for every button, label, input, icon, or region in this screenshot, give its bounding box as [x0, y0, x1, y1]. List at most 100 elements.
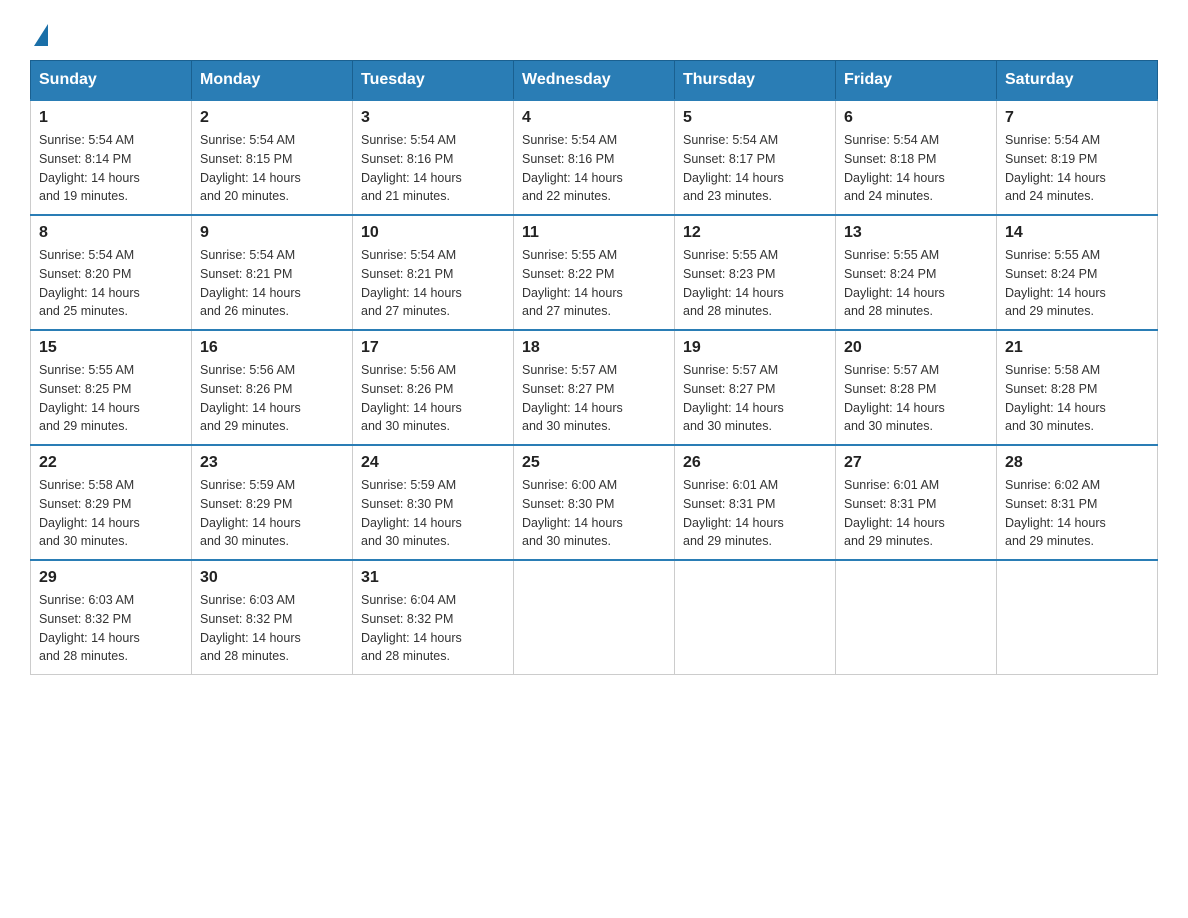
day-info: Sunrise: 6:03 AMSunset: 8:32 PMDaylight:…	[39, 593, 140, 663]
day-number: 16	[200, 339, 344, 357]
day-info: Sunrise: 6:01 AMSunset: 8:31 PMDaylight:…	[844, 478, 945, 548]
day-info: Sunrise: 5:55 AMSunset: 8:23 PMDaylight:…	[683, 248, 784, 318]
calendar-cell	[836, 560, 997, 675]
day-number: 19	[683, 339, 827, 357]
calendar-cell: 29 Sunrise: 6:03 AMSunset: 8:32 PMDaylig…	[31, 560, 192, 675]
page-header	[30, 20, 1158, 42]
day-info: Sunrise: 5:57 AMSunset: 8:28 PMDaylight:…	[844, 363, 945, 433]
day-info: Sunrise: 5:54 AMSunset: 8:19 PMDaylight:…	[1005, 133, 1106, 203]
day-info: Sunrise: 5:57 AMSunset: 8:27 PMDaylight:…	[522, 363, 623, 433]
day-number: 22	[39, 454, 183, 472]
day-header-wednesday: Wednesday	[514, 61, 675, 101]
calendar-cell: 2 Sunrise: 5:54 AMSunset: 8:15 PMDayligh…	[192, 100, 353, 215]
day-info: Sunrise: 5:54 AMSunset: 8:14 PMDaylight:…	[39, 133, 140, 203]
calendar-cell: 15 Sunrise: 5:55 AMSunset: 8:25 PMDaylig…	[31, 330, 192, 445]
day-number: 23	[200, 454, 344, 472]
day-number: 31	[361, 569, 505, 587]
calendar-cell: 4 Sunrise: 5:54 AMSunset: 8:16 PMDayligh…	[514, 100, 675, 215]
day-number: 9	[200, 224, 344, 242]
day-number: 6	[844, 109, 988, 127]
calendar-cell: 26 Sunrise: 6:01 AMSunset: 8:31 PMDaylig…	[675, 445, 836, 560]
calendar-cell: 24 Sunrise: 5:59 AMSunset: 8:30 PMDaylig…	[353, 445, 514, 560]
day-number: 20	[844, 339, 988, 357]
day-info: Sunrise: 6:00 AMSunset: 8:30 PMDaylight:…	[522, 478, 623, 548]
day-number: 29	[39, 569, 183, 587]
day-info: Sunrise: 5:54 AMSunset: 8:17 PMDaylight:…	[683, 133, 784, 203]
day-number: 8	[39, 224, 183, 242]
calendar-week-row: 15 Sunrise: 5:55 AMSunset: 8:25 PMDaylig…	[31, 330, 1158, 445]
day-number: 15	[39, 339, 183, 357]
day-info: Sunrise: 5:54 AMSunset: 8:21 PMDaylight:…	[361, 248, 462, 318]
calendar-cell: 22 Sunrise: 5:58 AMSunset: 8:29 PMDaylig…	[31, 445, 192, 560]
day-info: Sunrise: 5:55 AMSunset: 8:22 PMDaylight:…	[522, 248, 623, 318]
calendar-cell: 8 Sunrise: 5:54 AMSunset: 8:20 PMDayligh…	[31, 215, 192, 330]
day-number: 10	[361, 224, 505, 242]
day-header-thursday: Thursday	[675, 61, 836, 101]
calendar-cell: 20 Sunrise: 5:57 AMSunset: 8:28 PMDaylig…	[836, 330, 997, 445]
day-info: Sunrise: 5:55 AMSunset: 8:25 PMDaylight:…	[39, 363, 140, 433]
calendar-cell: 12 Sunrise: 5:55 AMSunset: 8:23 PMDaylig…	[675, 215, 836, 330]
day-info: Sunrise: 5:56 AMSunset: 8:26 PMDaylight:…	[361, 363, 462, 433]
day-number: 1	[39, 109, 183, 127]
calendar-cell: 16 Sunrise: 5:56 AMSunset: 8:26 PMDaylig…	[192, 330, 353, 445]
calendar-cell: 13 Sunrise: 5:55 AMSunset: 8:24 PMDaylig…	[836, 215, 997, 330]
calendar-cell: 3 Sunrise: 5:54 AMSunset: 8:16 PMDayligh…	[353, 100, 514, 215]
day-number: 26	[683, 454, 827, 472]
day-info: Sunrise: 5:57 AMSunset: 8:27 PMDaylight:…	[683, 363, 784, 433]
logo	[30, 20, 60, 42]
calendar-week-row: 29 Sunrise: 6:03 AMSunset: 8:32 PMDaylig…	[31, 560, 1158, 675]
calendar-cell: 14 Sunrise: 5:55 AMSunset: 8:24 PMDaylig…	[997, 215, 1158, 330]
day-info: Sunrise: 5:59 AMSunset: 8:29 PMDaylight:…	[200, 478, 301, 548]
calendar-cell: 27 Sunrise: 6:01 AMSunset: 8:31 PMDaylig…	[836, 445, 997, 560]
logo-triangle-icon	[34, 24, 48, 46]
day-number: 25	[522, 454, 666, 472]
day-number: 11	[522, 224, 666, 242]
day-number: 27	[844, 454, 988, 472]
day-info: Sunrise: 5:58 AMSunset: 8:29 PMDaylight:…	[39, 478, 140, 548]
calendar-cell: 10 Sunrise: 5:54 AMSunset: 8:21 PMDaylig…	[353, 215, 514, 330]
day-info: Sunrise: 6:03 AMSunset: 8:32 PMDaylight:…	[200, 593, 301, 663]
calendar-cell: 21 Sunrise: 5:58 AMSunset: 8:28 PMDaylig…	[997, 330, 1158, 445]
calendar-header-row: SundayMondayTuesdayWednesdayThursdayFrid…	[31, 61, 1158, 101]
calendar-cell	[675, 560, 836, 675]
calendar-cell	[514, 560, 675, 675]
calendar-week-row: 1 Sunrise: 5:54 AMSunset: 8:14 PMDayligh…	[31, 100, 1158, 215]
day-info: Sunrise: 5:54 AMSunset: 8:15 PMDaylight:…	[200, 133, 301, 203]
day-number: 24	[361, 454, 505, 472]
day-number: 18	[522, 339, 666, 357]
calendar-cell: 25 Sunrise: 6:00 AMSunset: 8:30 PMDaylig…	[514, 445, 675, 560]
day-info: Sunrise: 6:04 AMSunset: 8:32 PMDaylight:…	[361, 593, 462, 663]
day-header-tuesday: Tuesday	[353, 61, 514, 101]
calendar-cell: 9 Sunrise: 5:54 AMSunset: 8:21 PMDayligh…	[192, 215, 353, 330]
day-info: Sunrise: 5:54 AMSunset: 8:16 PMDaylight:…	[361, 133, 462, 203]
calendar-cell: 30 Sunrise: 6:03 AMSunset: 8:32 PMDaylig…	[192, 560, 353, 675]
calendar-cell: 7 Sunrise: 5:54 AMSunset: 8:19 PMDayligh…	[997, 100, 1158, 215]
calendar-cell: 5 Sunrise: 5:54 AMSunset: 8:17 PMDayligh…	[675, 100, 836, 215]
day-header-friday: Friday	[836, 61, 997, 101]
calendar-week-row: 22 Sunrise: 5:58 AMSunset: 8:29 PMDaylig…	[31, 445, 1158, 560]
day-info: Sunrise: 5:54 AMSunset: 8:20 PMDaylight:…	[39, 248, 140, 318]
day-info: Sunrise: 6:02 AMSunset: 8:31 PMDaylight:…	[1005, 478, 1106, 548]
day-info: Sunrise: 5:54 AMSunset: 8:21 PMDaylight:…	[200, 248, 301, 318]
day-number: 17	[361, 339, 505, 357]
day-number: 13	[844, 224, 988, 242]
calendar-cell: 31 Sunrise: 6:04 AMSunset: 8:32 PMDaylig…	[353, 560, 514, 675]
day-info: Sunrise: 6:01 AMSunset: 8:31 PMDaylight:…	[683, 478, 784, 548]
day-info: Sunrise: 5:59 AMSunset: 8:30 PMDaylight:…	[361, 478, 462, 548]
calendar-cell: 11 Sunrise: 5:55 AMSunset: 8:22 PMDaylig…	[514, 215, 675, 330]
calendar-cell	[997, 560, 1158, 675]
day-header-saturday: Saturday	[997, 61, 1158, 101]
day-number: 7	[1005, 109, 1149, 127]
day-header-monday: Monday	[192, 61, 353, 101]
day-info: Sunrise: 5:54 AMSunset: 8:16 PMDaylight:…	[522, 133, 623, 203]
calendar-cell: 23 Sunrise: 5:59 AMSunset: 8:29 PMDaylig…	[192, 445, 353, 560]
day-number: 2	[200, 109, 344, 127]
calendar-cell: 18 Sunrise: 5:57 AMSunset: 8:27 PMDaylig…	[514, 330, 675, 445]
day-number: 3	[361, 109, 505, 127]
calendar-cell: 19 Sunrise: 5:57 AMSunset: 8:27 PMDaylig…	[675, 330, 836, 445]
calendar-cell: 28 Sunrise: 6:02 AMSunset: 8:31 PMDaylig…	[997, 445, 1158, 560]
day-number: 5	[683, 109, 827, 127]
calendar-cell: 6 Sunrise: 5:54 AMSunset: 8:18 PMDayligh…	[836, 100, 997, 215]
day-info: Sunrise: 5:58 AMSunset: 8:28 PMDaylight:…	[1005, 363, 1106, 433]
day-info: Sunrise: 5:56 AMSunset: 8:26 PMDaylight:…	[200, 363, 301, 433]
